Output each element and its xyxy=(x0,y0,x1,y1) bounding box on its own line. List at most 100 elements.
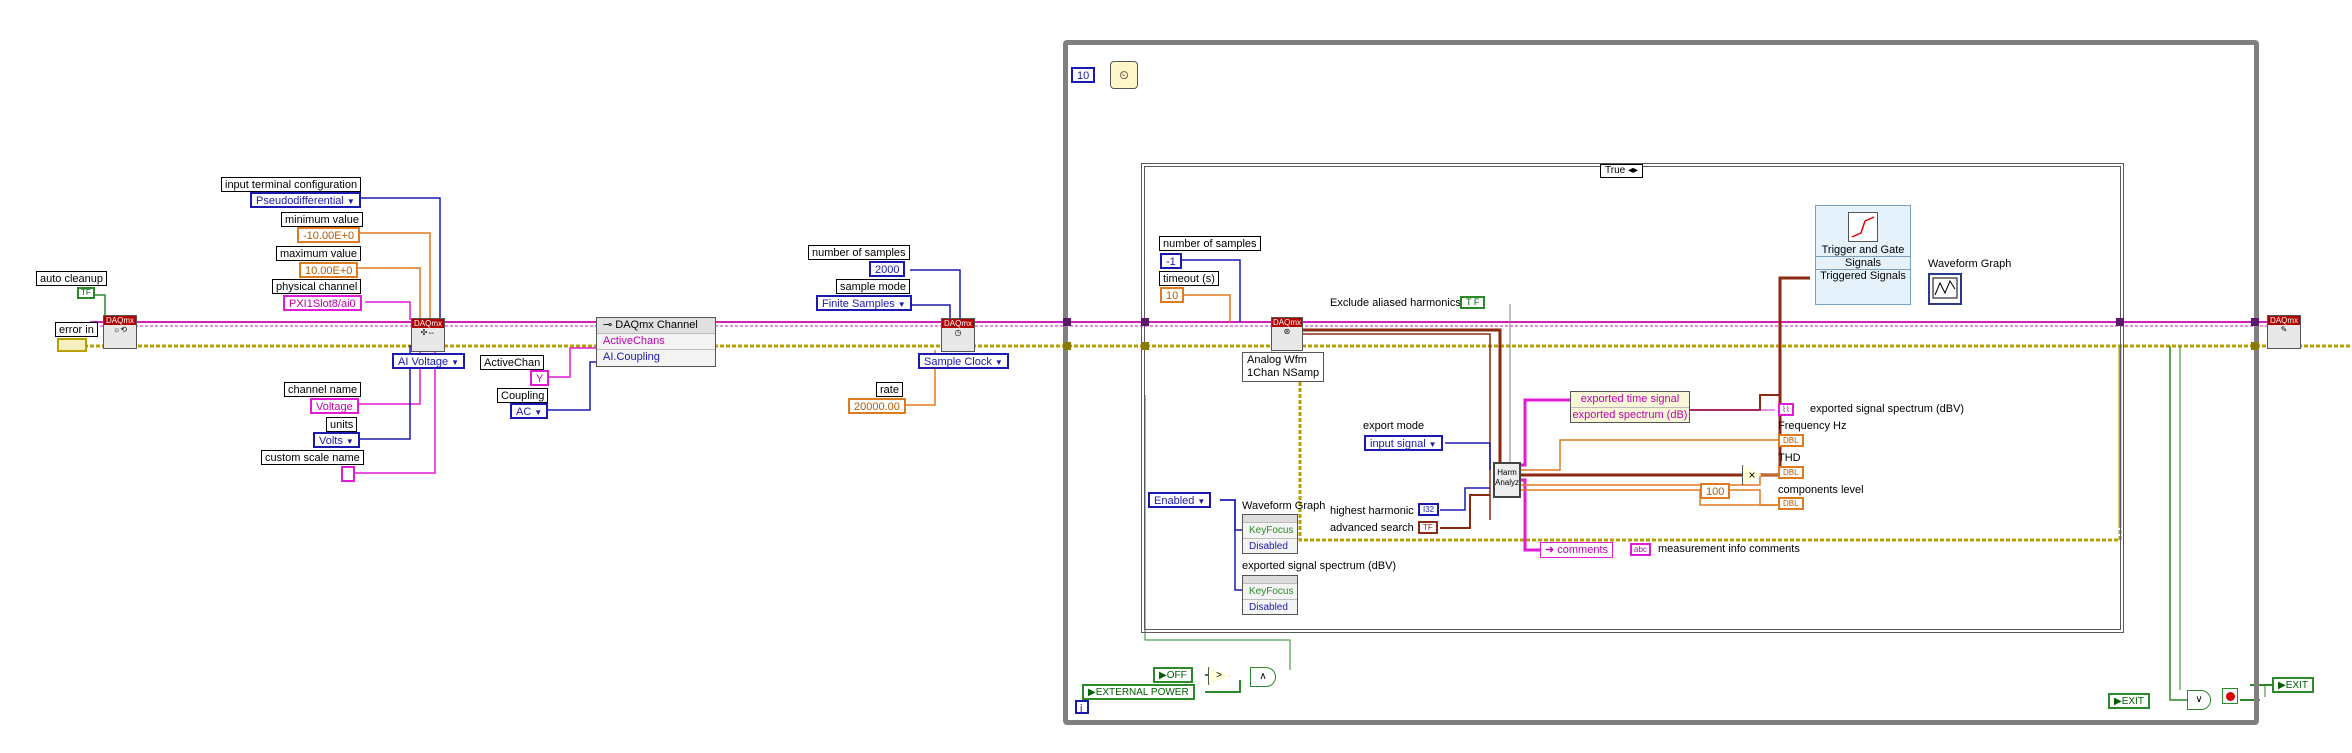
clear-task-icon: ✎ xyxy=(2280,325,2288,334)
comments-arrow-icon: ➜ xyxy=(1545,544,1558,556)
ai-voltage-selector[interactable]: AI Voltage xyxy=(392,353,466,369)
sample-mode-enum[interactable]: Finite Samples xyxy=(816,295,912,311)
external-power-text: EXTERNAL POWER xyxy=(1095,687,1189,698)
off-control[interactable]: ▶OFF xyxy=(1153,667,1193,683)
rate-constant[interactable]: 20000.00 xyxy=(848,398,906,414)
exit-indicator-arrow-icon: ▶ xyxy=(2278,680,2286,691)
wg-disabled-property[interactable]: Disabled xyxy=(1243,538,1297,554)
daqmx-timing-node[interactable]: DAQmx ◷ xyxy=(941,318,975,352)
highest-harmonic-control[interactable]: I32 xyxy=(1418,503,1440,516)
off-arrow-icon: ▶ xyxy=(1159,670,1167,681)
exported-spectrum-field[interactable]: exported spectrum (dB) xyxy=(1571,407,1689,423)
ess-prop-header xyxy=(1243,576,1297,583)
ess-prop-label: exported signal spectrum (dBV) xyxy=(1242,560,1397,572)
highest-harmonic-label: highest harmonic xyxy=(1330,505,1414,517)
exported-time-signal-field[interactable]: exported time signal xyxy=(1571,392,1689,407)
daqmx-header-2: DAQmx xyxy=(412,319,444,328)
number-of-samples-constant[interactable]: 2000 xyxy=(869,261,906,277)
error-in-terminal[interactable] xyxy=(57,338,87,352)
tunnel-task-in xyxy=(1063,318,1071,326)
units-label: units xyxy=(326,417,358,432)
wait-ms-node[interactable]: ⏲ xyxy=(1110,61,1138,89)
case-selector-label: True xyxy=(1605,165,1626,176)
and-node[interactable]: ∧ xyxy=(1250,667,1276,687)
measurement-info-label: measurement info comments xyxy=(1658,543,1800,555)
trigger-and-gate-express-vi[interactable]: Trigger and Gate Signals Triggered Signa… xyxy=(1815,205,1911,305)
coupling-label: Coupling xyxy=(497,388,549,403)
waveform-graph-terminal[interactable] xyxy=(1928,273,1962,305)
input-terminal-config-label: input terminal configuration xyxy=(221,177,362,192)
custom-scale-name-label: custom scale name xyxy=(261,450,364,465)
physical-channel-constant[interactable]: PXI1Slot8/ai0 xyxy=(283,295,362,311)
maximum-value-constant[interactable]: 10.00E+0 xyxy=(299,262,359,278)
wg-keyfocus-property[interactable]: KeyFocus xyxy=(1243,522,1297,538)
external-power-control[interactable]: ▶EXTERNAL POWER xyxy=(1082,684,1195,700)
daqmx-create-channel-node[interactable]: DAQmx ✣⇔ xyxy=(411,318,445,352)
ess-property-node[interactable]: KeyFocus Disabled xyxy=(1242,575,1298,615)
unbundle-exported-node[interactable]: exported time signal exported spectrum (… xyxy=(1570,391,1690,423)
active-chans-property[interactable]: ActiveChans xyxy=(597,333,715,349)
timeout-constant[interactable]: 10 xyxy=(1160,287,1185,303)
daqmx-channel-property-node[interactable]: ⊸ DAQmx Channel ActiveChans AI.Coupling xyxy=(596,317,716,367)
waveform-graph-prop-label: Waveform Graph xyxy=(1242,500,1326,512)
physical-channel-label: physical channel xyxy=(272,279,362,294)
advanced-search-control[interactable]: TF xyxy=(1418,521,1438,534)
maximum-value-label: maximum value xyxy=(276,246,362,261)
exit-text: EXIT xyxy=(2121,696,2144,707)
signals-terminal[interactable]: Signals xyxy=(1816,256,1910,269)
ai-coupling-property[interactable]: AI.Coupling xyxy=(597,349,715,365)
one-chan-text: 1Chan NSamp xyxy=(1247,367,1320,379)
channel-icon: ✣⇔ xyxy=(420,328,436,337)
exit-local-variable[interactable]: ▶EXIT xyxy=(2108,693,2150,709)
daqmx-read-node[interactable]: DAQmx ⊛ xyxy=(1271,317,1303,351)
thd-label: THD xyxy=(1778,452,1801,464)
export-mode-enum[interactable]: input signal xyxy=(1364,435,1443,451)
clock-icon: ◷ xyxy=(954,328,962,337)
external-power-arrow-icon: ▶ xyxy=(1088,687,1096,698)
exported-signal-spectrum-label: exported signal spectrum (dBV) xyxy=(1810,403,1965,415)
comments-unbundle[interactable]: ➜ comments xyxy=(1540,542,1614,558)
minimum-value-label: minimum value xyxy=(281,212,363,227)
constant-100[interactable]: 100 xyxy=(1700,483,1731,499)
exclude-aliased-constant[interactable]: T F xyxy=(1460,296,1486,309)
triggered-signals-terminal[interactable]: Triggered Signals xyxy=(1816,269,1910,282)
trigger-gate-title: Trigger and Gate xyxy=(1821,244,1905,256)
waveform-graph-property-node[interactable]: KeyFocus Disabled xyxy=(1242,514,1298,554)
coupling-enum[interactable]: AC xyxy=(510,403,549,419)
sample-mode-label: sample mode xyxy=(836,279,911,294)
comments-text: comments xyxy=(1557,544,1609,556)
daqmx-header-3: DAQmx xyxy=(942,319,974,328)
daqmx-clear-node[interactable]: DAQmx ☼⟲ xyxy=(103,315,137,349)
daqmx-clear-task-node[interactable]: DAQmx ✎ xyxy=(2267,315,2301,349)
or-node[interactable]: ∨ xyxy=(2187,690,2211,710)
daqmx-header-4: DAQmx xyxy=(1272,318,1302,327)
stop-terminal[interactable] xyxy=(2222,688,2238,704)
case-selector[interactable]: True ◂▸ xyxy=(1600,164,1644,178)
minimum-value-constant[interactable]: -10.00E+0 xyxy=(297,227,361,243)
active-chan-constant[interactable]: Y xyxy=(530,370,550,386)
read-mode-selector[interactable]: Analog Wfm 1Chan NSamp xyxy=(1242,352,1325,382)
channel-name-constant[interactable]: Voltage xyxy=(310,398,359,414)
auto-cleanup-constant[interactable]: TF xyxy=(77,287,95,299)
loop-number-of-samples-label: number of samples xyxy=(1159,236,1261,251)
custom-scale-name-constant[interactable] xyxy=(341,466,355,482)
exported-signal-spectrum-indicator[interactable]: ⌇⌇ xyxy=(1778,403,1794,416)
enabled-enum-constant[interactable]: Enabled xyxy=(1148,492,1212,508)
auto-cleanup-label: auto cleanup xyxy=(36,271,107,286)
case-selector-arrow-icon: ◂▸ xyxy=(1627,165,1639,176)
loop-number-of-samples-constant[interactable]: -1 xyxy=(1160,253,1182,269)
wg-prop-header xyxy=(1243,515,1297,522)
ess-keyfocus-property[interactable]: KeyFocus xyxy=(1243,583,1297,599)
sample-clock-selector[interactable]: Sample Clock xyxy=(918,353,1009,369)
units-enum[interactable]: Volts xyxy=(313,432,360,448)
exit-indicator-text: EXIT xyxy=(2285,680,2308,691)
waveform-icon: ⌇⌇ xyxy=(1782,405,1790,414)
input-terminal-config-enum[interactable]: Pseudodifferential xyxy=(250,192,361,208)
harm-analyz-text: Harm Analyz xyxy=(1495,468,1520,487)
exit-indicator: ▶EXIT xyxy=(2272,677,2314,693)
harmonic-analyzer-node[interactable]: Harm Analyz xyxy=(1493,462,1521,498)
ess-disabled-property[interactable]: Disabled xyxy=(1243,599,1297,615)
daqmx-channel-icon: ⊸ xyxy=(603,319,616,331)
components-level-indicator: DBL xyxy=(1778,497,1804,510)
wait-ms-constant[interactable]: 10 xyxy=(1071,67,1096,83)
